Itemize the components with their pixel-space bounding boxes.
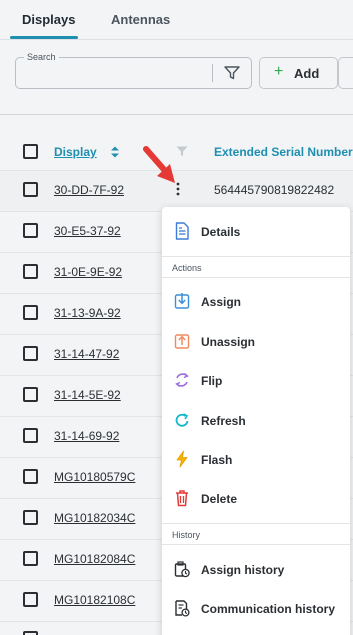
column-header-display[interactable]: Display (54, 145, 97, 159)
display-link[interactable]: 31-0E-9E-92 (54, 265, 122, 279)
row-checkbox[interactable] (23, 223, 38, 238)
search-separator (212, 64, 213, 82)
unassign-icon (174, 334, 190, 349)
row-checkbox[interactable] (23, 551, 38, 566)
menu-item-assign-history[interactable]: Assign history (162, 552, 350, 588)
row-checkbox[interactable] (23, 305, 38, 320)
menu-label-assign-history: Assign history (201, 563, 285, 577)
row-checkbox[interactable] (23, 592, 38, 607)
menu-label-flash: Flash (201, 453, 233, 467)
sort-icon[interactable] (110, 146, 120, 158)
refresh-icon (175, 413, 189, 427)
row-checkbox[interactable] (23, 469, 38, 484)
row-checkbox[interactable] (23, 182, 38, 197)
more-button[interactable] (338, 57, 353, 89)
tabs-divider (0, 39, 353, 40)
communication-history-icon (175, 600, 190, 617)
filter-icon[interactable] (224, 66, 240, 80)
menu-divider (162, 256, 350, 257)
display-link[interactable]: 31-14-5E-92 (54, 388, 121, 402)
table-top-border (0, 114, 353, 115)
display-link[interactable]: 31-13-9A-92 (54, 306, 121, 320)
menu-label-assign: Assign (201, 295, 242, 309)
display-link[interactable]: 31-14-47-92 (54, 347, 119, 361)
row-context-menu: Details Actions Assign Unassign Flip Ref… (162, 207, 350, 635)
menu-item-delete[interactable]: Delete (162, 481, 350, 517)
menu-section-actions: Actions (172, 263, 202, 273)
add-button-label: Add (294, 66, 320, 81)
menu-divider (162, 277, 350, 278)
menu-item-communication-history[interactable]: Communication history (162, 591, 350, 627)
document-icon (175, 222, 189, 240)
select-all-checkbox[interactable] (23, 144, 38, 159)
menu-section-history: History (172, 530, 201, 540)
display-link[interactable]: MG10182084C (54, 552, 135, 566)
row-checkbox[interactable] (23, 631, 38, 635)
tab-bar: Displays Antennas (0, 0, 353, 40)
row-checkbox[interactable] (23, 264, 38, 279)
menu-label-flip: Flip (201, 374, 223, 388)
menu-item-flash[interactable]: Flash (162, 442, 350, 478)
display-link[interactable]: MG10182108C (54, 593, 135, 607)
display-link[interactable]: 30-DD-7F-92 (54, 183, 124, 197)
lightning-icon (176, 450, 188, 468)
display-link[interactable]: MG10182034C (54, 511, 135, 525)
trash-icon (176, 490, 188, 507)
tab-antennas[interactable]: Antennas (111, 12, 170, 27)
row-checkbox[interactable] (23, 510, 38, 525)
menu-item-details[interactable]: Details (162, 214, 350, 250)
row-checkbox[interactable] (23, 387, 38, 402)
menu-item-unassign[interactable]: Unassign (162, 324, 350, 360)
display-link[interactable]: 31-14-69-92 (54, 429, 119, 443)
display-link[interactable]: MG10180579C (54, 470, 135, 484)
history-clock-icon (174, 561, 190, 578)
menu-label-refresh: Refresh (201, 414, 246, 428)
column-header-serial[interactable]: Extended Serial Number (214, 145, 353, 159)
menu-item-flip[interactable]: Flip (162, 363, 350, 399)
search-label: Search (24, 52, 59, 62)
serial-cell: 564445790819822482 (214, 183, 335, 197)
flip-icon (175, 372, 189, 388)
plus-icon: + (274, 63, 284, 80)
menu-label-unassign: Unassign (201, 335, 256, 349)
row-checkbox[interactable] (23, 346, 38, 361)
menu-label-delete: Delete (201, 492, 238, 506)
menu-label-details: Details (201, 225, 241, 239)
menu-divider (162, 523, 350, 524)
display-link[interactable]: 30-E5-37-92 (54, 224, 121, 238)
menu-item-assign[interactable]: Assign (162, 284, 350, 320)
menu-item-refresh[interactable]: Refresh (162, 403, 350, 439)
red-arrow-icon (143, 146, 175, 183)
assign-icon (174, 293, 190, 309)
row-checkbox[interactable] (23, 428, 38, 443)
menu-label-communication-history: Communication history (201, 602, 336, 616)
tab-displays[interactable]: Displays (22, 12, 75, 27)
menu-divider (162, 544, 350, 545)
